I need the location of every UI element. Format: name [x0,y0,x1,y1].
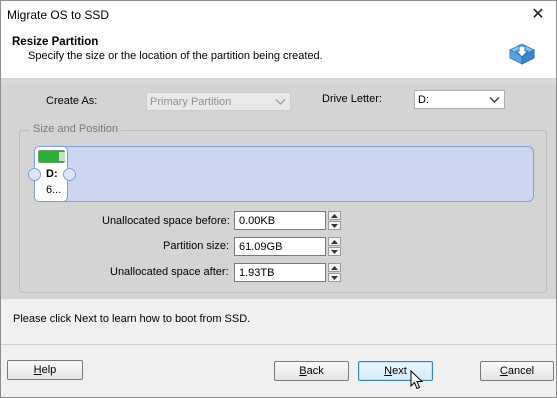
next-accelerator: N [384,365,393,377]
decrement-button[interactable] [328,247,341,256]
help-label: elp [41,364,57,376]
create-as-label: Create As: [46,95,98,107]
battery-icon [38,150,65,163]
cancel-label: ancel [507,365,535,377]
create-as-select: Primary Partition [146,92,291,111]
group-title: Size and Position [30,123,121,135]
help-button[interactable]: Help [7,360,83,380]
drive-letter-value: D: [418,93,429,106]
disk-migrate-icon [508,43,536,65]
cancel-button[interactable]: Cancel [480,361,554,381]
cancel-accelerator: C [499,365,508,377]
page-subtitle: Specify the size or the location of the … [28,50,323,62]
title-bar: Migrate OS to SSD ✕ [1,1,556,28]
increment-button[interactable] [328,237,341,246]
back-accelerator: B [299,365,307,377]
chevron-up-icon [331,213,338,218]
chevron-down-icon [275,99,286,105]
next-label: ext [392,365,407,377]
unalloc-after-input[interactable]: 1.93TB [234,263,326,282]
decrement-button[interactable] [328,273,341,282]
decrement-button[interactable] [328,221,341,230]
increment-button[interactable] [328,211,341,220]
close-icon[interactable]: ✕ [524,3,552,25]
partition-size-input[interactable]: 61.09GB [234,237,326,256]
create-as-value: Primary Partition [150,95,232,108]
chevron-up-icon [331,239,338,244]
partition-size-label: Partition size: [163,240,230,252]
dialog-window: Migrate OS to SSD ✕ Resize Partition Spe… [0,0,557,398]
window-title: Migrate OS to SSD [7,8,110,22]
partition-letter: D: [46,168,58,180]
chevron-down-icon [331,249,338,254]
chevron-down-icon [331,275,338,280]
resize-panel: Create As: Primary Partition Drive Lette… [1,84,556,299]
next-button[interactable]: Next [358,361,433,381]
drive-letter-label: Drive Letter: [322,93,382,105]
info-text: Please click Next to learn how to boot f… [13,313,251,325]
left-resize-handle[interactable] [28,168,41,181]
chevron-down-icon [331,223,338,228]
partition-size-short: 6... [46,184,62,196]
right-resize-handle[interactable] [63,168,76,181]
back-label: ack [306,365,324,377]
unalloc-after-label: Unallocated space after: [110,266,229,278]
increment-button[interactable] [328,263,341,272]
footer-divider [1,344,556,345]
wizard-header: Resize Partition Specify the size or the… [1,28,556,79]
unalloc-before-label: Unallocated space before: [102,215,230,227]
partition-map[interactable] [35,146,534,202]
help-accelerator: H [33,364,42,376]
chevron-up-icon [331,265,338,270]
page-title: Resize Partition [12,36,99,48]
drive-letter-select[interactable]: D: [414,90,505,109]
chevron-down-icon [489,97,500,103]
unalloc-before-input[interactable]: 0.00KB [234,211,326,230]
back-button[interactable]: Back [274,361,349,381]
